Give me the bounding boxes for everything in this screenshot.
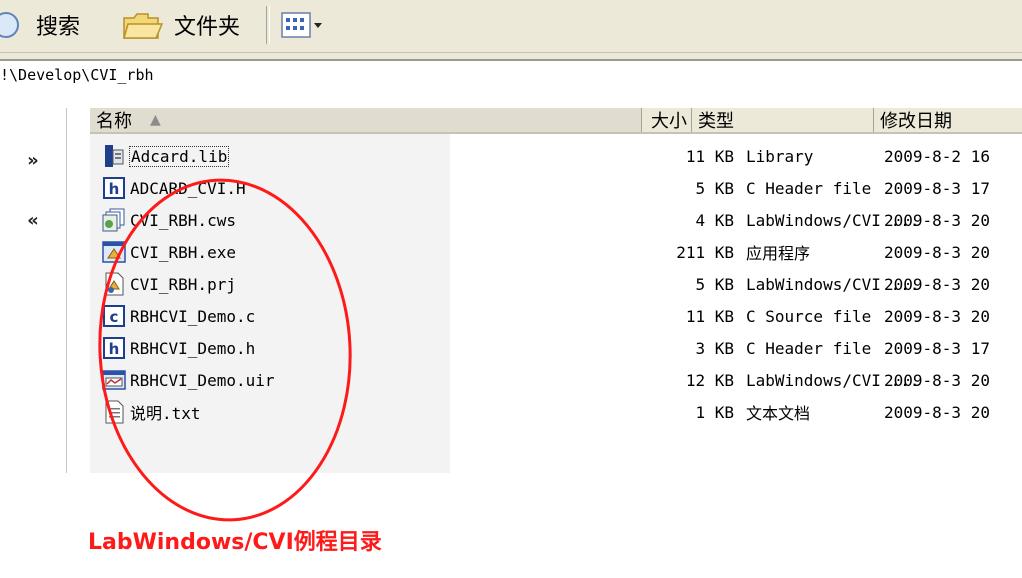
uir-file-icon xyxy=(102,368,126,392)
file-date: 2009-8-3 20 xyxy=(884,306,990,326)
svg-text:h: h xyxy=(109,340,120,358)
file-type: C Header file xyxy=(746,178,872,198)
file-row[interactable]: CVI_RBH.prj 5 KB LabWindows/CVI ... 2009… xyxy=(90,268,1022,300)
file-date: 2009-8-2 16 xyxy=(884,146,990,166)
explorer-toolbar: 搜索 文件夹 xyxy=(0,0,1022,53)
column-name-label: 名称 xyxy=(96,111,132,132)
file-row[interactable]: h ADCARD_CVI.H 5 KB C Header file 2009-8… xyxy=(90,172,1022,204)
address-path[interactable]: !\Develop\CVI_rbh xyxy=(0,66,154,84)
column-size-label: 大小 xyxy=(651,111,687,132)
file-name: CVI_RBH.exe xyxy=(130,242,236,262)
file-row[interactable]: h RBHCVI_Demo.h 3 KB C Header file 2009-… xyxy=(90,332,1022,364)
file-row[interactable]: 说明.txt 1 KB 文本文档 2009-8-3 20 xyxy=(90,396,1022,428)
file-name: CVI_RBH.prj xyxy=(130,274,236,294)
file-date: 2009-8-3 17 xyxy=(884,178,990,198)
search-icon xyxy=(0,12,19,38)
views-button[interactable] xyxy=(280,8,324,42)
folder-icon xyxy=(123,13,164,39)
search-button[interactable]: 搜索 xyxy=(0,8,80,42)
column-header-type[interactable]: 类型 xyxy=(692,108,874,132)
text-file-icon xyxy=(102,400,126,424)
file-size: 4 KB xyxy=(695,210,734,230)
svg-text:c: c xyxy=(110,308,119,326)
column-type-label: 类型 xyxy=(698,111,734,132)
file-size: 11 KB xyxy=(685,306,734,326)
file-type: Library xyxy=(746,146,814,166)
column-header-date[interactable]: 修改日期 xyxy=(874,108,1022,132)
file-date: 2009-8-3 20 xyxy=(884,370,990,390)
search-button-label: 搜索 xyxy=(36,15,81,40)
annotation-caption: LabWindows/CVI例程目录 xyxy=(88,530,382,555)
file-date: 2009-8-3 17 xyxy=(884,338,990,358)
file-name: RBHCVI_Demo.c xyxy=(130,306,256,326)
file-name: 说明.txt xyxy=(130,404,201,423)
executable-file-icon xyxy=(102,240,126,264)
project-file-icon xyxy=(102,272,126,296)
file-type: 应用程序 xyxy=(746,244,811,263)
file-date: 2009-8-3 20 xyxy=(884,242,990,262)
file-row[interactable]: CVI_RBH.exe 211 KB 应用程序 2009-8-3 20 xyxy=(90,236,1022,268)
file-name: RBHCVI_Demo.uir xyxy=(130,370,275,390)
file-type: C Header file xyxy=(746,338,872,358)
views-icon xyxy=(281,12,322,38)
collapse-section-button[interactable]: « xyxy=(20,208,46,232)
file-size: 12 KB xyxy=(685,370,734,390)
column-header-name[interactable]: 名称 ▲ xyxy=(90,108,642,132)
file-name: CVI_RBH.cws xyxy=(130,210,236,230)
file-type: C Source file xyxy=(746,306,872,326)
file-type: 文本文档 xyxy=(746,404,811,423)
chevron-double-down-icon: » xyxy=(27,149,39,171)
file-date: 2009-8-3 20 xyxy=(884,274,990,294)
chevron-double-up-icon: « xyxy=(27,209,39,231)
header-file-icon: h xyxy=(102,336,126,360)
file-row[interactable]: c RBHCVI_Demo.c 11 KB C Source file 2009… xyxy=(90,300,1022,332)
workspace-file-icon xyxy=(102,208,126,232)
folders-button-label: 文件夹 xyxy=(174,15,241,40)
file-size: 5 KB xyxy=(695,178,734,198)
file-name: ADCARD_CVI.H xyxy=(130,178,246,198)
file-size: 11 KB xyxy=(685,146,734,166)
file-name: RBHCVI_Demo.h xyxy=(130,338,256,358)
file-row[interactable]: CVI_RBH.cws 4 KB LabWindows/CVI ... 2009… xyxy=(90,204,1022,236)
column-header-size[interactable]: 大小 xyxy=(642,108,692,132)
file-name: Adcard.lib xyxy=(128,145,230,167)
file-size: 3 KB xyxy=(695,338,734,358)
file-row[interactable]: Adcard.lib 11 KB Library 2009-8-2 16 xyxy=(90,140,1022,172)
toolbar-bottom-border xyxy=(0,53,1022,61)
library-file-icon xyxy=(102,144,126,168)
header-file-icon: h xyxy=(102,176,126,200)
file-date: 2009-8-3 20 xyxy=(884,210,990,230)
file-size: 1 KB xyxy=(695,402,734,422)
column-header: 名称 ▲ 大小 类型 修改日期 xyxy=(90,108,1022,134)
toolbar-separator xyxy=(266,6,270,44)
svg-text:h: h xyxy=(109,180,120,198)
file-row[interactable]: RBHCVI_Demo.uir 12 KB LabWindows/CVI ...… xyxy=(90,364,1022,396)
column-date-label: 修改日期 xyxy=(880,111,952,132)
file-size: 5 KB xyxy=(695,274,734,294)
task-pane: » « xyxy=(0,108,67,473)
sort-ascending-icon: ▲ xyxy=(150,112,161,128)
file-size: 211 KB xyxy=(676,242,734,262)
file-list: 名称 ▲ 大小 类型 修改日期 Adcard.lib 11 KB Library… xyxy=(90,108,1022,473)
folders-button[interactable]: 文件夹 xyxy=(120,8,240,42)
expand-section-button[interactable]: » xyxy=(20,148,46,172)
file-date: 2009-8-3 20 xyxy=(884,402,990,422)
c-source-file-icon: c xyxy=(102,304,126,328)
